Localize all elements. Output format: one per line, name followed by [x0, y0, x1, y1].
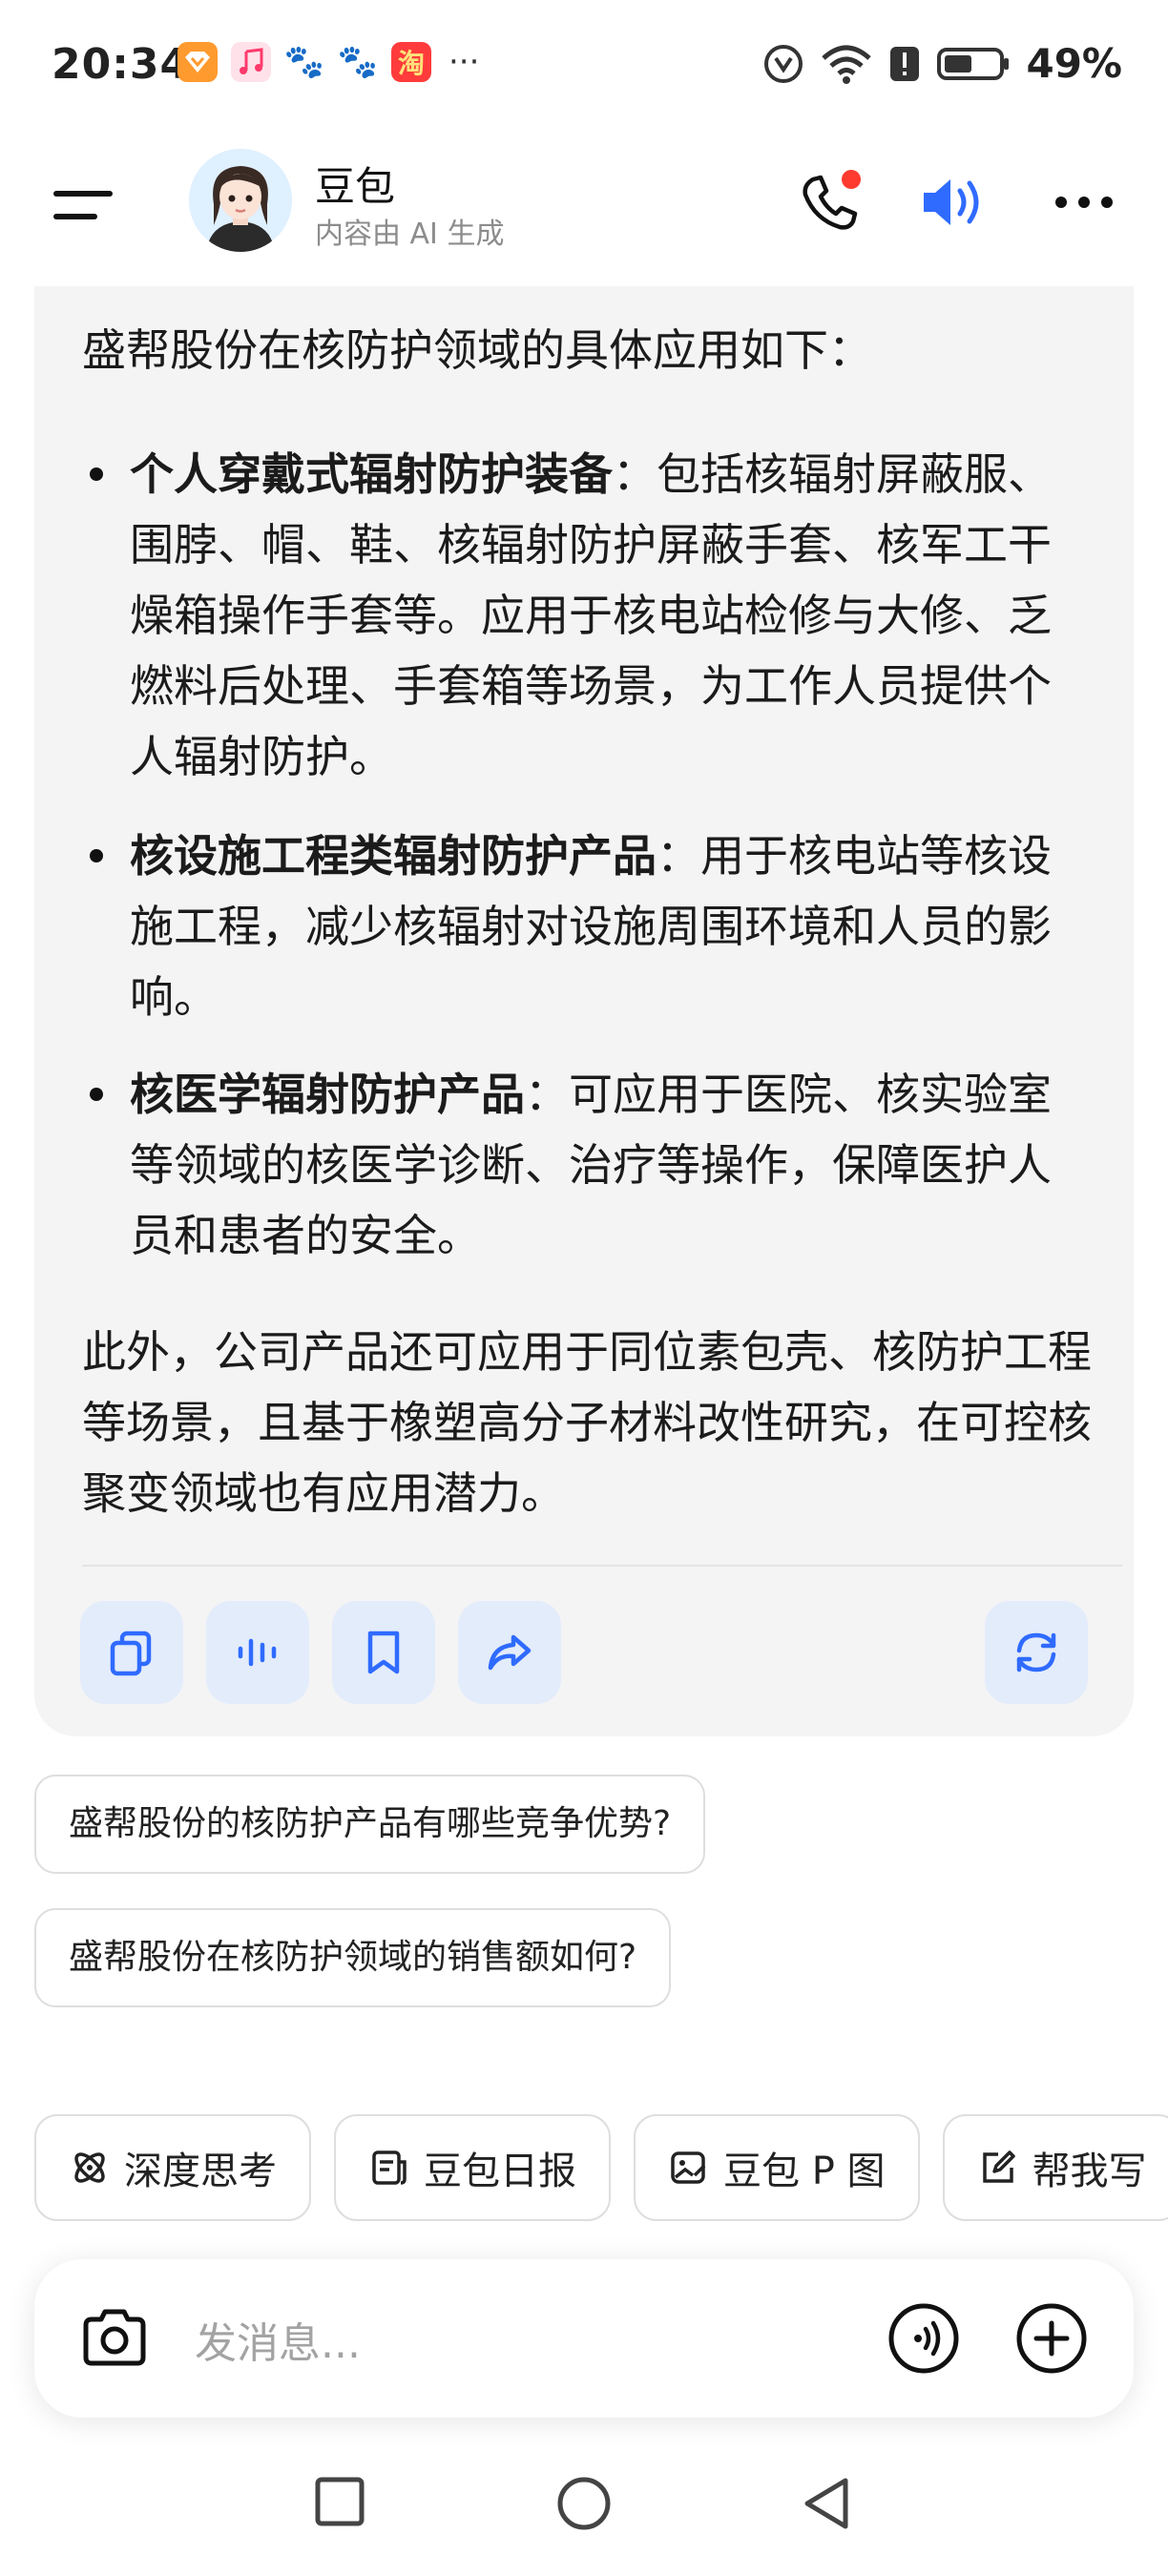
- status-right: 49%: [762, 40, 1122, 87]
- message-intro: 盛帮股份在核防护领域的具体应用如下：: [82, 324, 872, 376]
- copy-button[interactable]: [80, 1601, 183, 1704]
- suggested-question[interactable]: 盛帮股份在核防护领域的销售额如何?: [34, 1908, 672, 2007]
- message-input-bar: 发消息...: [34, 2259, 1134, 2418]
- menu-button[interactable]: [53, 179, 116, 233]
- notification-dot: [842, 170, 861, 189]
- menu-line-icon: [53, 214, 97, 219]
- more-notifications-icon: ···: [448, 43, 480, 81]
- voice-call-button[interactable]: [886, 2300, 962, 2377]
- more-options-button[interactable]: [1046, 164, 1122, 240]
- ai-disclaimer: 内容由 AI 生成: [315, 218, 505, 251]
- bullet-title: 个人穿戴式辐射防护装备: [130, 448, 613, 500]
- suggested-question[interactable]: 盛帮股份的核防护产品有哪些竞争优势?: [34, 1775, 706, 1874]
- circle-icon: [557, 2477, 611, 2530]
- bullet-dot-icon: [90, 467, 103, 481]
- camera-button[interactable]: [76, 2300, 153, 2377]
- bullet-dot-icon: [90, 1088, 103, 1101]
- bullet-title: 核医学辐射防护产品: [130, 1069, 525, 1120]
- taobao-icon: 淘: [391, 42, 431, 82]
- bookmark-icon: [367, 1631, 400, 1674]
- square-icon: [315, 2477, 365, 2526]
- copy-icon: [110, 1631, 152, 1676]
- nfc-icon: [764, 44, 803, 83]
- list-item: 个人穿戴式辐射防护装备：包括核辐射屏蔽服、围脖、帽、鞋、核辐射防护屏蔽手套、核军…: [90, 439, 1094, 792]
- image-edit-icon: [671, 2151, 706, 2184]
- list-item: 核医学辐射防护产品：可应用于医院、核实验室等领域的核医学诊断、治疗等操作，保障医…: [90, 1059, 1094, 1271]
- refresh-icon: [1016, 1632, 1056, 1672]
- share-arrow-icon: [488, 1634, 532, 1671]
- chip-image-edit[interactable]: 豆包 P 图: [634, 2114, 920, 2221]
- bullet-dot-icon: [90, 849, 103, 862]
- music-icon: [231, 42, 271, 82]
- chip-deep-thinking[interactable]: 深度思考: [34, 2114, 311, 2221]
- read-aloud-button[interactable]: [206, 1601, 309, 1704]
- regenerate-button[interactable]: [985, 1601, 1088, 1704]
- baidu-icon: 🐾: [337, 43, 379, 81]
- voice-playback-button[interactable]: [914, 164, 991, 240]
- system-nav-bar: [0, 2462, 1168, 2576]
- atom-icon: [74, 2152, 105, 2183]
- voice-wave-icon: [888, 2303, 959, 2374]
- write-icon: [982, 2150, 1015, 2183]
- phone-call-button[interactable]: [790, 164, 866, 240]
- bot-name: 豆包: [315, 163, 396, 210]
- camera-icon: [83, 2309, 146, 2366]
- chat-header: 豆包 内容由 AI 生成: [0, 134, 1168, 286]
- chip-label: 豆包日报: [424, 2150, 576, 2193]
- bookmark-button[interactable]: [332, 1601, 435, 1704]
- list-item: 核设施工程类辐射防护产品：用于核电站等核设施工程，减少核辐射对设施周围环境和人员…: [90, 821, 1094, 1032]
- add-attachment-button[interactable]: [1013, 2300, 1090, 2377]
- chip-label: 深度思考: [124, 2150, 277, 2193]
- wifi-icon: [822, 45, 872, 84]
- back-button[interactable]: [798, 2473, 859, 2534]
- status-app-icons: 🐾 🐾 淘 ···: [177, 42, 479, 82]
- battery-percent: 49%: [1026, 40, 1122, 87]
- divider: [82, 1565, 1122, 1567]
- chip-label: 豆包 P 图: [723, 2150, 886, 2193]
- share-button[interactable]: [458, 1601, 561, 1704]
- chip-daily-report[interactable]: 豆包日报: [334, 2114, 611, 2221]
- chip-help-write[interactable]: 帮我写: [942, 2114, 1168, 2221]
- bullet-title: 核设施工程类辐射防护产品: [130, 830, 657, 882]
- more-dots-icon: [1055, 197, 1113, 208]
- assistant-message-card: 盛帮股份在核防护领域的具体应用如下： 个人穿戴式辐射防护装备：包括核辐射屏蔽服、…: [34, 286, 1134, 1736]
- vip-icon: [177, 42, 218, 82]
- recents-button[interactable]: [311, 2473, 368, 2530]
- triangle-back-icon: [804, 2478, 848, 2529]
- news-icon: [372, 2150, 407, 2185]
- baidu-icon: 🐾: [283, 43, 325, 81]
- menu-line-icon: [53, 191, 113, 197]
- avatar[interactable]: [189, 149, 292, 252]
- alert-icon: [890, 46, 920, 81]
- message-outro: 此外，公司产品还可应用于同位素包壳、核防护工程等场景，且基于橡塑高分子材料改性研…: [82, 1326, 1092, 1519]
- chip-label: 帮我写: [1032, 2150, 1147, 2193]
- status-time: 20:34: [52, 40, 191, 89]
- phone-icon: [803, 170, 861, 230]
- battery-icon: [937, 47, 1010, 80]
- skill-chips: 深度思考 豆包日报 豆包 P 图 帮我写: [34, 2114, 1168, 2221]
- plus-circle-icon: [1016, 2303, 1087, 2374]
- audio-wave-icon: [238, 1638, 277, 1667]
- speaker-icon: [924, 179, 979, 225]
- home-button[interactable]: [553, 2473, 615, 2534]
- message-input[interactable]: 发消息...: [195, 2309, 361, 2370]
- status-bar: 20:34 🐾 🐾 淘 ··· 49%: [0, 0, 1168, 134]
